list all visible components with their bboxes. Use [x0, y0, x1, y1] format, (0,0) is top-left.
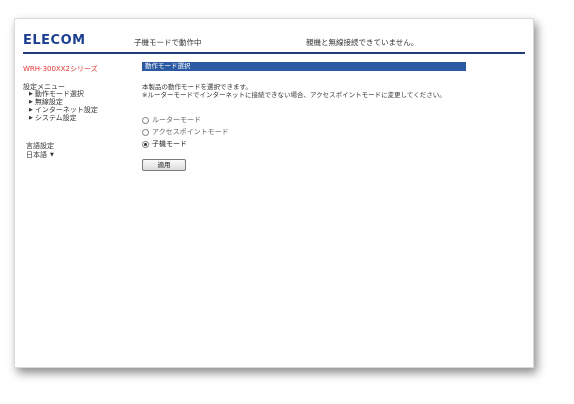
radio-button[interactable] [142, 116, 149, 124]
operating-mode-status: 子機モードで動作中 [134, 38, 202, 47]
radio-label: 子機モード [152, 140, 187, 148]
section-title: 動作モード選択 [142, 62, 466, 71]
menu-item-label: インターネット設定 [34, 106, 98, 114]
menu-item-wireless[interactable]: ▶ 無線設定 [29, 98, 98, 106]
radio-button[interactable] [142, 140, 149, 148]
menu-item-system[interactable]: ▶ システム設定 [29, 114, 98, 122]
triangle-right-icon: ▶ [29, 91, 33, 97]
menu-item-label: 動作モード選択 [34, 90, 84, 98]
browser-frame: ELECOM 子機モードで動作中 親機と無線接続できていません。 WRH-300… [14, 18, 534, 368]
header-divider [23, 52, 525, 54]
language-select[interactable]: 日本語 ▼ [26, 150, 54, 160]
model-name: WRH-300XX2シリーズ [23, 65, 98, 73]
elecom-logo: ELECOM [23, 33, 86, 48]
radio-button[interactable] [142, 128, 149, 136]
chevron-down-icon: ▼ [50, 152, 54, 158]
menu-item-label: システム設定 [34, 114, 77, 122]
connection-status: 親機と無線接続できていません。 [306, 38, 419, 47]
menu-item-operating-mode[interactable]: ▶ 動作モード選択 [29, 90, 98, 98]
menu-item-internet[interactable]: ▶ インターネット設定 [29, 106, 98, 114]
radio-router-mode[interactable]: ルーターモード [142, 115, 201, 125]
menu-item-label: 無線設定 [34, 98, 63, 106]
radio-label: ルーターモード [152, 116, 201, 124]
radio-label: アクセスポイントモード [152, 128, 229, 136]
triangle-right-icon: ▶ [29, 107, 33, 113]
language-value: 日本語 [26, 151, 47, 159]
settings-menu: ▶ 動作モード選択 ▶ 無線設定 ▶ インターネット設定 ▶ システム設定 [29, 90, 98, 122]
description-line-2: ※ルーターモードでインターネットに接続できない場合、アクセスポイントモードに変更… [142, 91, 446, 99]
apply-button[interactable]: 適用 [142, 159, 186, 171]
triangle-right-icon: ▶ [29, 115, 33, 121]
radio-client-mode[interactable]: 子機モード [142, 139, 187, 149]
radio-access-point-mode[interactable]: アクセスポイントモード [142, 127, 229, 137]
triangle-right-icon: ▶ [29, 99, 33, 105]
